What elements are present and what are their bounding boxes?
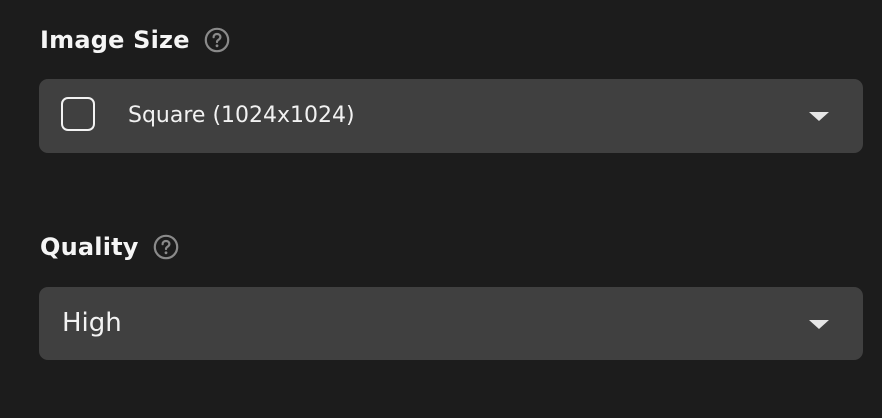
question-circle-icon[interactable] bbox=[204, 27, 230, 53]
chevron-down-icon bbox=[809, 112, 829, 121]
image-size-selected-value: Square (1024x1024) bbox=[128, 103, 355, 128]
quality-select[interactable]: High bbox=[39, 287, 863, 360]
settings-panel: Image Size Square (1024x1024) Quality Hi… bbox=[0, 0, 882, 418]
quality-selected-value: High bbox=[62, 308, 122, 338]
image-size-select[interactable]: Square (1024x1024) bbox=[39, 79, 863, 153]
quality-label: Quality bbox=[40, 233, 139, 261]
question-circle-icon[interactable] bbox=[153, 234, 179, 260]
chevron-down-icon bbox=[809, 319, 829, 329]
square-icon bbox=[61, 97, 95, 131]
image-size-label-row: Image Size bbox=[40, 24, 230, 56]
quality-label-row: Quality bbox=[40, 231, 179, 263]
image-size-label: Image Size bbox=[40, 26, 190, 54]
